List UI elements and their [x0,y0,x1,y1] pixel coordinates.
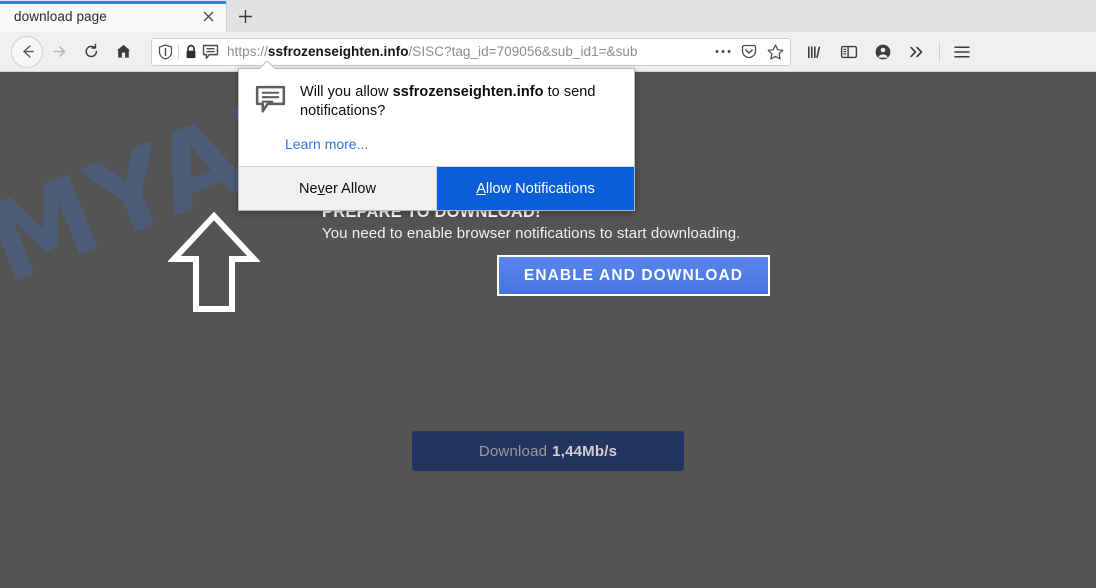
tab-title: download page [14,9,107,24]
learn-more-link[interactable]: Learn more... [239,125,634,166]
download-speed: 1,44Mb/s [552,442,618,460]
notification-permission-popup: Will you allow ssfrozenseighten.info to … [238,68,635,211]
tab-strip: download page [0,0,1096,32]
account-icon[interactable] [867,37,899,67]
enable-and-download-label: ENABLE AND DOWNLOAD [523,266,744,284]
allow-notifications-button[interactable]: Allow Notifications [437,167,634,210]
close-icon[interactable] [198,7,218,27]
popup-message-pre: Will you allow [300,84,393,100]
url-prefix: https:// [227,44,268,59]
chevron-double-right-icon[interactable] [901,37,933,67]
browser-window: download page https://ssfrozenseighten.i… [0,0,1096,588]
url-path: /SISC?tag_id=709056&sub_id1=&sub [408,44,638,59]
url-bar[interactable]: https://ssfrozenseighten.info/SISC?tag_i… [151,37,791,66]
never-allow-label: Never Allow [298,180,377,197]
forward-arrow-icon[interactable] [43,36,75,68]
new-tab-button[interactable] [227,1,263,32]
tab-download-page[interactable]: download page [0,1,227,32]
hamburger-menu-icon[interactable] [946,37,978,67]
url-text: https://ssfrozenseighten.info/SISC?tag_i… [227,44,709,59]
pocket-icon[interactable] [741,44,757,60]
ellipsis-icon[interactable] [715,49,731,54]
enable-and-download-button[interactable]: ENABLE AND DOWNLOAD [497,255,770,296]
allow-notifications-label: Allow Notifications [476,180,595,197]
toolbar-right-icons [799,37,982,67]
popup-actions: Never Allow Allow Notifications [239,166,634,210]
page-subtext: You need to enable browser notifications… [322,225,741,242]
popup-notch [259,61,275,69]
download-label: Download [478,442,548,460]
home-icon[interactable] [107,36,139,68]
sidebar-icon[interactable] [833,37,865,67]
popup-message-host: ssfrozenseighten.info [392,84,544,100]
notification-bubble-icon [255,83,286,121]
never-allow-button[interactable]: Never Allow [239,167,437,210]
library-icon[interactable] [799,37,831,67]
shield-icon[interactable] [158,41,173,63]
popup-message: Will you allow ssfrozenseighten.info to … [300,83,618,121]
back-arrow-icon[interactable] [11,35,43,68]
lock-icon[interactable] [184,41,198,63]
urlbar-divider [178,43,179,60]
browser-chrome: download page https://ssfrozenseighten.i… [0,0,1096,72]
notification-bubble-icon[interactable] [202,41,219,63]
toolbar-divider [939,41,940,62]
up-arrow-outline-icon [167,210,261,320]
download-speed-button[interactable]: Download 1,44Mb/s [412,431,684,471]
reload-icon[interactable] [75,36,107,68]
url-host: ssfrozenseighten.info [267,44,409,59]
popup-body: Will you allow ssfrozenseighten.info to … [239,69,634,125]
navigation-toolbar: https://ssfrozenseighten.info/SISC?tag_i… [0,32,1096,72]
star-icon[interactable] [767,43,784,60]
